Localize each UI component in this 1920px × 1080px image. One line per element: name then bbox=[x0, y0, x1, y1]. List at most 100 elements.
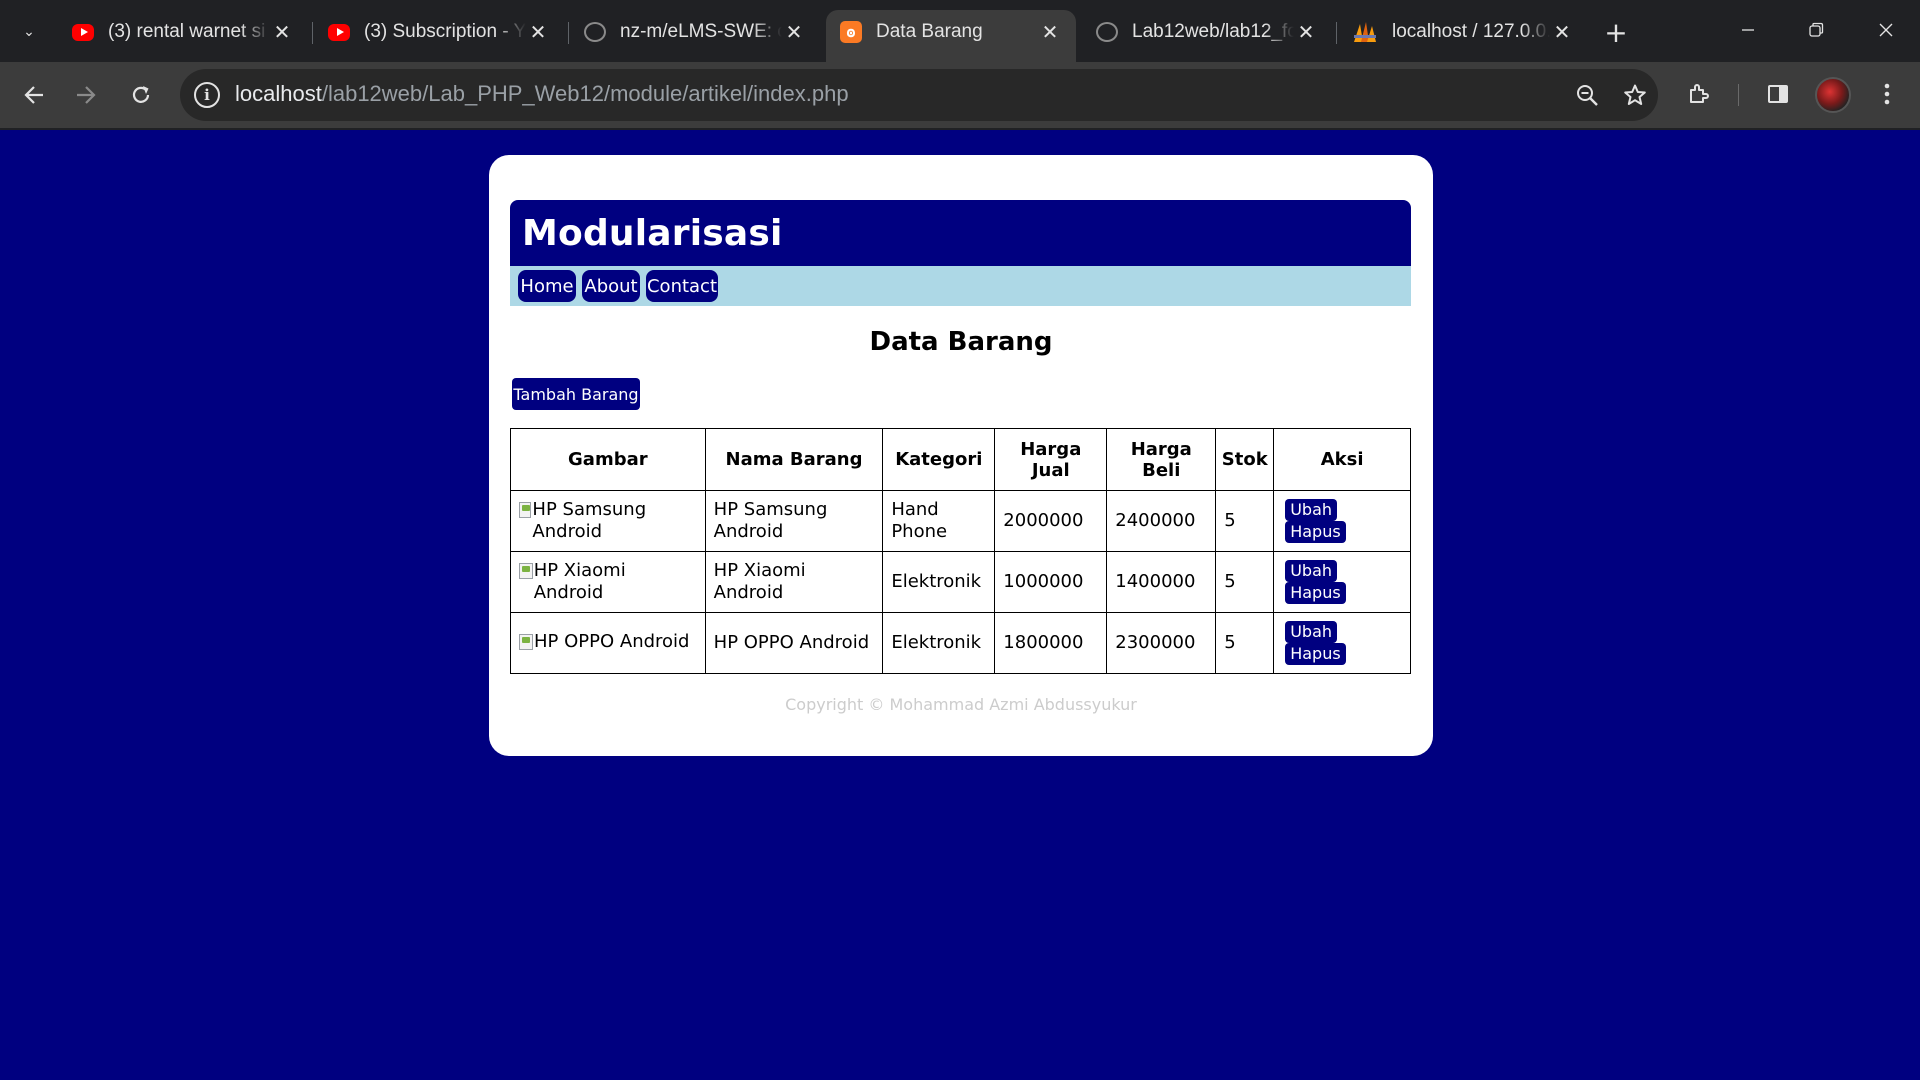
product-image: HP Samsung Android bbox=[519, 499, 697, 543]
url-text[interactable]: localhost/lab12web/Lab_PHP_Web12/module/… bbox=[235, 81, 849, 107]
youtube-icon bbox=[328, 23, 350, 41]
cell-aksi: Ubah Hapus bbox=[1273, 490, 1411, 552]
tab-phpmyadmin[interactable]: localhost / 127.0.0. ✕ bbox=[1338, 10, 1588, 54]
broken-image-icon bbox=[519, 502, 532, 518]
cell-gambar: HP Xiaomi Android bbox=[510, 551, 706, 613]
add-item-button[interactable]: Tambah Barang bbox=[512, 378, 640, 410]
url-host: localhost bbox=[235, 81, 322, 106]
delete-button[interactable]: Hapus bbox=[1285, 521, 1346, 543]
extensions-puzzle-icon[interactable] bbox=[1679, 74, 1719, 114]
column-header-harga-jual: Harga Jual bbox=[994, 428, 1108, 491]
footer-copyright: Copyright © Mohammad Azmi Abdussyukur bbox=[785, 695, 1137, 714]
tab-close-icon[interactable]: ✕ bbox=[1038, 20, 1062, 44]
tab-title: (3) Subscription - Y bbox=[364, 21, 526, 42]
tab-title: Lab12web/lab12_fo bbox=[1132, 21, 1294, 42]
cell-kategori: Elektronik bbox=[882, 551, 996, 613]
tab-github-lab12[interactable]: Lab12web/lab12_fo ✕ bbox=[1082, 10, 1332, 54]
profile-avatar[interactable] bbox=[1815, 77, 1851, 113]
edit-button[interactable]: Ubah bbox=[1285, 560, 1338, 582]
zoom-icon[interactable] bbox=[1571, 79, 1603, 111]
page-title: Data Barang bbox=[869, 327, 1053, 357]
cell-gambar: HP Samsung Android bbox=[510, 490, 706, 552]
tab-title: localhost / 127.0.0. bbox=[1392, 21, 1550, 42]
youtube-icon bbox=[72, 23, 94, 41]
tab-close-icon[interactable]: ✕ bbox=[1294, 20, 1318, 44]
nav-home-link[interactable]: Home bbox=[518, 270, 576, 302]
tab-separator bbox=[568, 22, 569, 44]
site-info-icon[interactable]: i bbox=[194, 82, 220, 108]
cell-stok: 5 bbox=[1215, 490, 1275, 552]
tab-youtube-subscription[interactable]: (3) Subscription - Y ✕ bbox=[314, 10, 564, 54]
site-title: Modularisasi bbox=[522, 213, 783, 254]
column-header-nama: Nama Barang bbox=[704, 428, 884, 491]
nav-bar: Home About Contact bbox=[510, 266, 1411, 306]
tab-close-icon[interactable]: ✕ bbox=[526, 20, 550, 44]
cell-harga-jual: 1000000 bbox=[994, 551, 1108, 613]
column-header-aksi: Aksi bbox=[1273, 428, 1411, 491]
site-header: Modularisasi bbox=[510, 200, 1411, 266]
cell-kategori: Elektronik bbox=[882, 612, 996, 674]
table-row: HP OPPO Android HP OPPO Android Elektron… bbox=[510, 612, 1411, 674]
cell-harga-beli: 1400000 bbox=[1106, 551, 1217, 613]
nav-about-link[interactable]: About bbox=[582, 270, 640, 302]
tab-data-barang[interactable]: ꙩ Data Barang ✕ bbox=[826, 10, 1076, 62]
xampp-icon: ꙩ bbox=[840, 21, 862, 43]
minimize-icon[interactable] bbox=[1718, 10, 1778, 50]
broken-image-icon bbox=[519, 563, 533, 579]
delete-button[interactable]: Hapus bbox=[1285, 582, 1346, 604]
edit-button[interactable]: Ubah bbox=[1285, 499, 1338, 521]
tab-close-icon[interactable]: ✕ bbox=[270, 20, 294, 44]
cell-nama: HP OPPO Android bbox=[704, 612, 884, 674]
cell-gambar: HP OPPO Android bbox=[510, 612, 706, 674]
table-header-row: Gambar Nama Barang Kategori Harga Jual H… bbox=[510, 428, 1411, 491]
broken-image-icon bbox=[519, 633, 533, 650]
cell-aksi: Ubah Hapus bbox=[1273, 551, 1411, 613]
bookmark-star-icon[interactable] bbox=[1619, 79, 1651, 111]
menu-kebab-icon[interactable] bbox=[1867, 74, 1907, 114]
address-bar[interactable]: i localhost/lab12web/Lab_PHP_Web12/modul… bbox=[180, 69, 1658, 121]
product-image: HP Xiaomi Android bbox=[519, 560, 697, 604]
tab-github-elms[interactable]: nz-m/eLMS-SWE: c ✕ bbox=[570, 10, 820, 54]
tab-title: Data Barang bbox=[876, 21, 983, 42]
cell-nama: HP Xiaomi Android bbox=[704, 551, 884, 613]
phpmyadmin-icon bbox=[1352, 21, 1378, 43]
cell-aksi: Ubah Hapus bbox=[1273, 612, 1411, 674]
side-panel-icon[interactable] bbox=[1758, 74, 1798, 114]
reload-icon[interactable] bbox=[121, 75, 161, 115]
restore-icon[interactable] bbox=[1786, 10, 1846, 50]
delete-button[interactable]: Hapus bbox=[1285, 643, 1346, 665]
close-window-icon[interactable] bbox=[1856, 10, 1916, 50]
tab-strip: ⌄ (3) rental warnet si ✕ (3) Subscriptio… bbox=[0, 0, 1920, 62]
cell-harga-beli: 2400000 bbox=[1106, 490, 1217, 552]
edit-button[interactable]: Ubah bbox=[1285, 621, 1338, 643]
chrome-divider bbox=[0, 128, 1920, 130]
toolbar-divider bbox=[1738, 84, 1739, 106]
back-arrow-icon[interactable] bbox=[14, 75, 54, 115]
new-tab-plus-icon[interactable]: + bbox=[1598, 14, 1634, 50]
column-header-harga-beli: Harga Beli bbox=[1106, 428, 1217, 491]
nav-contact-link[interactable]: Contact bbox=[646, 270, 718, 302]
tab-title: nz-m/eLMS-SWE: c bbox=[620, 21, 782, 42]
cell-nama: HP Samsung Android bbox=[704, 490, 884, 552]
cell-stok: 5 bbox=[1215, 612, 1275, 674]
items-table: Gambar Nama Barang Kategori Harga Jual H… bbox=[510, 428, 1411, 674]
cell-harga-beli: 2300000 bbox=[1106, 612, 1217, 674]
url-path: /lab12web/Lab_PHP_Web12/module/artikel/i… bbox=[321, 81, 849, 106]
tab-close-icon[interactable]: ✕ bbox=[1550, 20, 1574, 44]
cell-harga-jual: 2000000 bbox=[994, 490, 1108, 552]
github-icon bbox=[584, 22, 606, 42]
forward-arrow-icon[interactable] bbox=[66, 75, 106, 115]
image-alt-text: HP OPPO Android bbox=[534, 630, 690, 652]
column-header-stok: Stok bbox=[1215, 428, 1275, 491]
tab-close-icon[interactable]: ✕ bbox=[782, 20, 806, 44]
tab-separator bbox=[312, 22, 313, 44]
table-row: HP Xiaomi Android HP Xiaomi Android Elek… bbox=[510, 551, 1411, 613]
column-header-gambar: Gambar bbox=[510, 428, 706, 491]
tab-search-chevron-icon[interactable]: ⌄ bbox=[12, 15, 46, 49]
cell-kategori: Hand Phone bbox=[882, 490, 996, 552]
column-header-kategori: Kategori bbox=[882, 428, 996, 491]
image-alt-text: HP Xiaomi Android bbox=[533, 560, 626, 603]
table-row: HP Samsung Android HP Samsung Android Ha… bbox=[510, 490, 1411, 552]
tab-youtube-rental[interactable]: (3) rental warnet si ✕ bbox=[58, 10, 308, 54]
github-icon bbox=[1096, 22, 1118, 42]
